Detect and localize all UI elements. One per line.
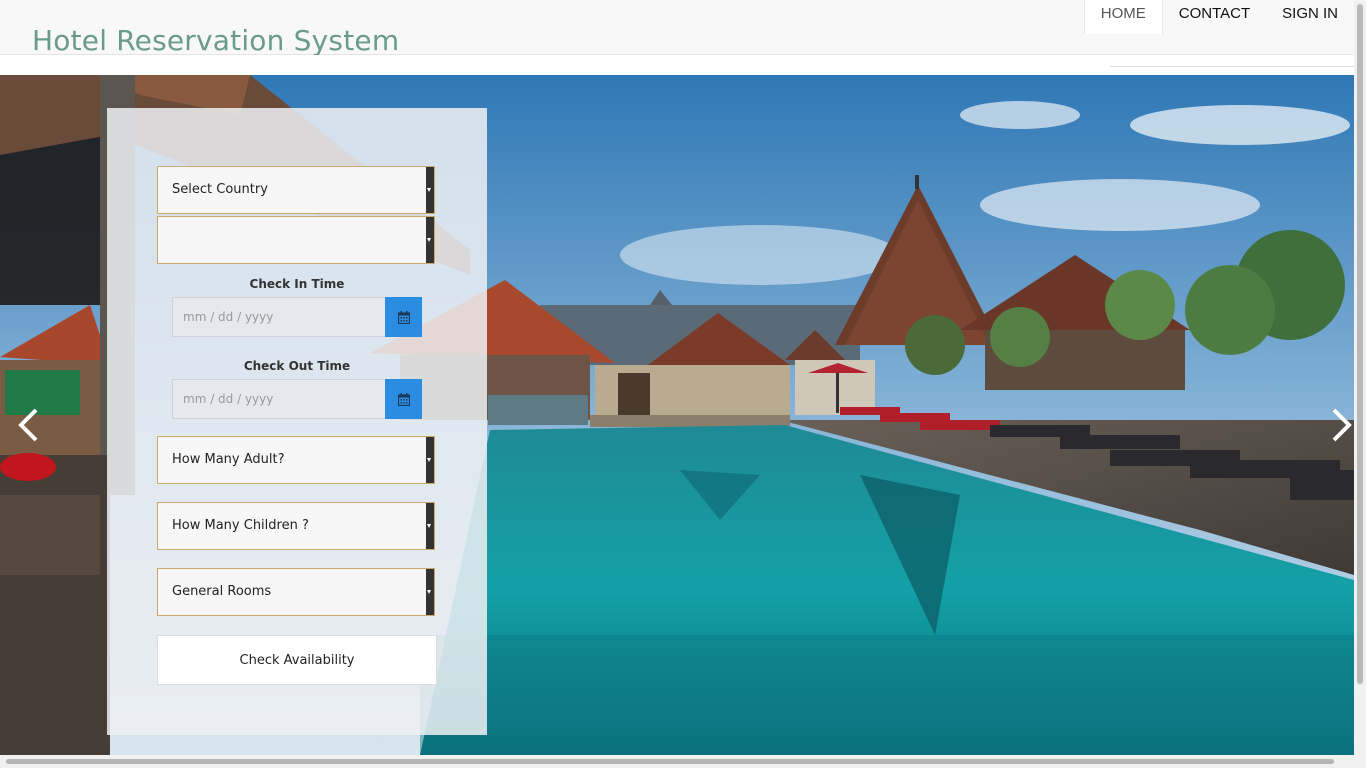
children-select-value: How Many Children ? bbox=[172, 518, 309, 533]
chevron-left-icon bbox=[18, 408, 38, 442]
vertical-scroll-thumb[interactable] bbox=[1357, 4, 1363, 684]
carousel-prev-button[interactable] bbox=[8, 405, 48, 445]
caret-down-icon bbox=[427, 524, 431, 528]
caret-down-icon bbox=[427, 238, 431, 242]
site-title[interactable]: Hotel Reservation System bbox=[32, 24, 399, 57]
vertical-scrollbar[interactable] bbox=[1354, 0, 1366, 768]
nav-home[interactable]: HOME bbox=[1083, 0, 1163, 34]
check-out-label: Check Out Time bbox=[243, 359, 351, 373]
children-select[interactable]: How Many Children ? bbox=[157, 502, 435, 550]
check-availability-button[interactable]: Check Availability bbox=[157, 635, 437, 685]
caret-down-icon bbox=[427, 590, 431, 594]
caret-down-icon bbox=[427, 188, 431, 192]
chevron-right-icon bbox=[1332, 408, 1352, 442]
check-out-calendar-button[interactable] bbox=[385, 379, 422, 419]
nav-contact[interactable]: CONTACT bbox=[1163, 0, 1266, 34]
adults-select-value: How Many Adult? bbox=[172, 452, 285, 467]
nav-sign-in[interactable]: SIGN IN bbox=[1266, 0, 1354, 34]
adults-select[interactable]: How Many Adult? bbox=[157, 436, 435, 484]
room-type-select[interactable]: General Rooms bbox=[157, 568, 435, 616]
main-nav: HOME CONTACT SIGN IN bbox=[1083, 0, 1354, 34]
check-in-label: Check In Time bbox=[249, 277, 345, 291]
header-spacer bbox=[0, 55, 1354, 75]
country-select-value: Select Country bbox=[172, 182, 268, 197]
calendar-icon bbox=[397, 310, 410, 324]
divider bbox=[1110, 66, 1354, 67]
hero-carousel: Select Country Check In Time mm / dd / y… bbox=[0, 75, 1354, 755]
check-in-calendar-button[interactable] bbox=[385, 297, 422, 337]
caret-down-icon bbox=[427, 458, 431, 462]
horizontal-scroll-thumb[interactable] bbox=[6, 759, 1334, 764]
check-in-placeholder: mm / dd / yyyy bbox=[183, 310, 274, 324]
country-select[interactable]: Select Country bbox=[157, 166, 435, 214]
room-type-select-value: General Rooms bbox=[172, 584, 272, 599]
city-select[interactable] bbox=[157, 216, 435, 264]
carousel-next-button[interactable] bbox=[1322, 405, 1354, 445]
reservation-form: Select Country Check In Time mm / dd / y… bbox=[107, 108, 487, 735]
check-out-placeholder: mm / dd / yyyy bbox=[183, 392, 274, 406]
horizontal-scrollbar[interactable] bbox=[0, 755, 1354, 768]
calendar-icon bbox=[397, 392, 410, 406]
top-navbar: Hotel Reservation System HOME CONTACT SI… bbox=[0, 0, 1354, 57]
